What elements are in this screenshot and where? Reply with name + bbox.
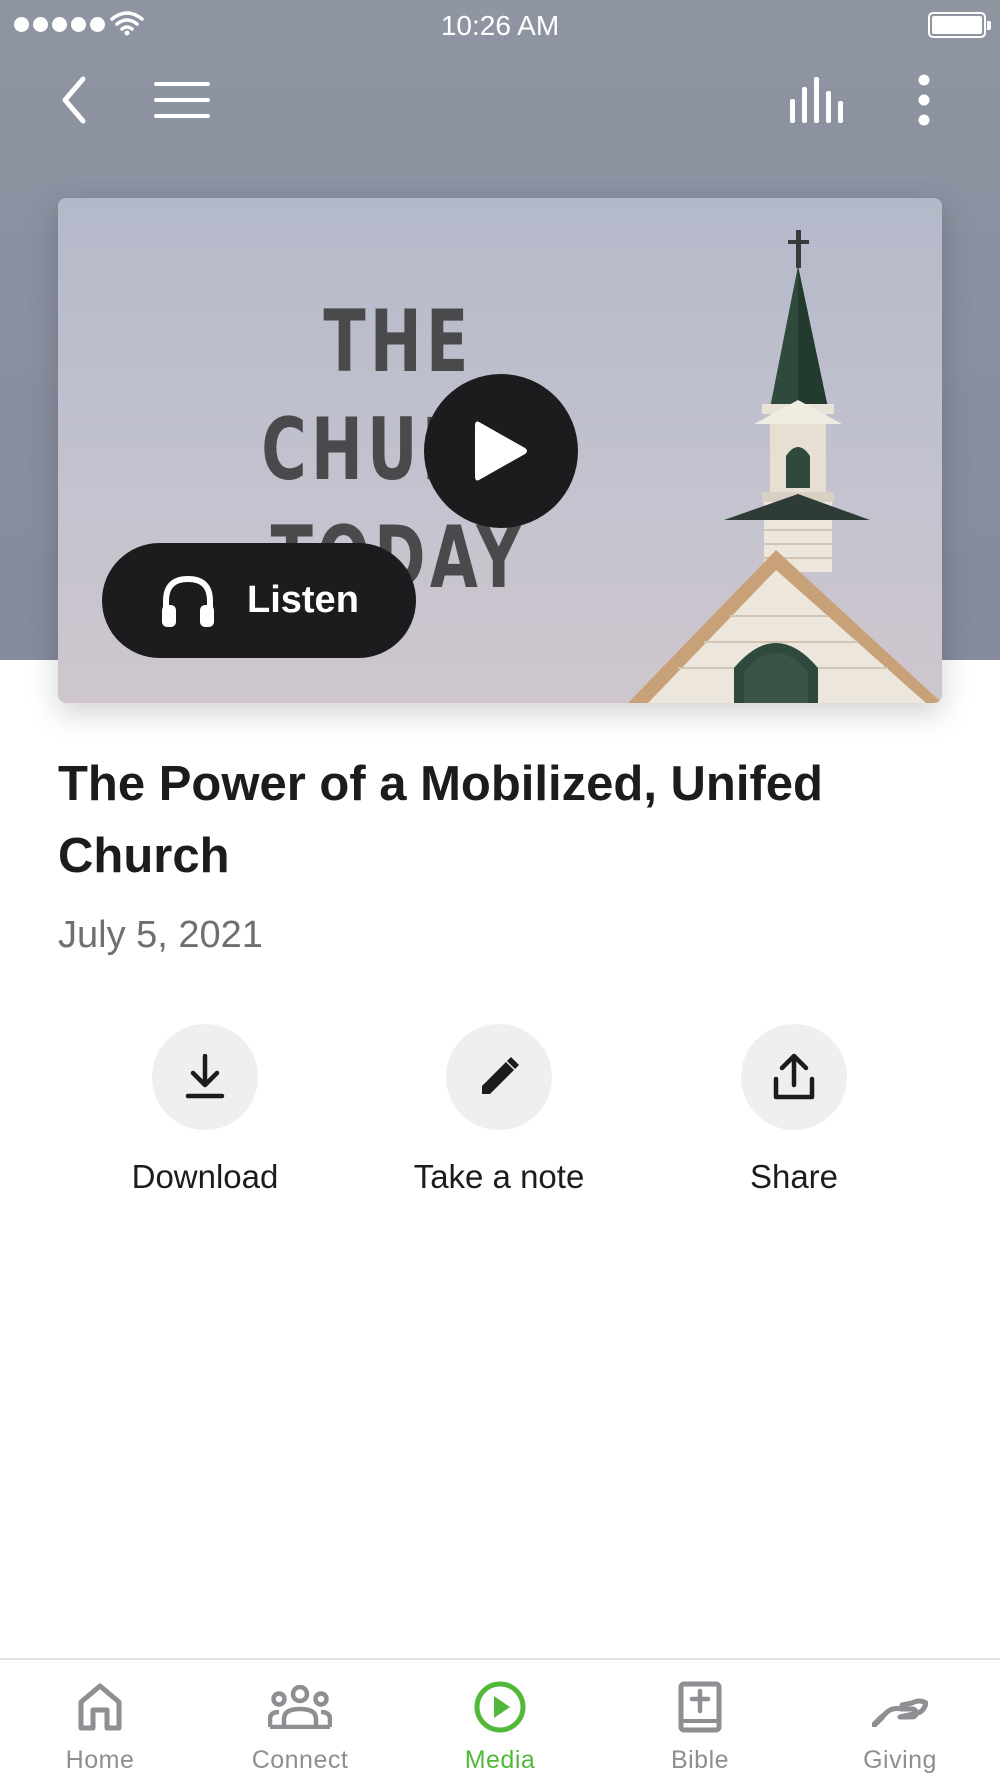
take-note-button[interactable]	[446, 1024, 552, 1130]
chevron-left-icon	[62, 76, 86, 124]
share-label: Share	[749, 1158, 839, 1195]
status-time: 10:26 AM	[440, 10, 560, 41]
headphones-icon	[162, 575, 214, 627]
people-icon	[268, 1685, 332, 1729]
download-icon	[185, 1054, 225, 1099]
listen-button[interactable]: Listen	[102, 543, 416, 658]
download-button[interactable]	[152, 1024, 258, 1130]
status-bar: 10:26 AM	[0, 0, 1000, 50]
home-icon	[78, 1683, 122, 1731]
sermon-title: The Power of a Mobilized, Unifed Church	[58, 757, 823, 883]
menu-button[interactable]	[152, 70, 212, 130]
play-icon	[475, 421, 527, 481]
tab-media[interactable]: Media	[400, 1678, 600, 1775]
download-label: Download	[131, 1158, 279, 1195]
more-vertical-icon	[918, 74, 930, 126]
sermon-date: July 5, 2021	[58, 914, 263, 956]
download-action[interactable]: Download	[95, 1024, 315, 1196]
listen-label: Listen	[247, 579, 359, 621]
share-icon	[773, 1053, 815, 1100]
more-button[interactable]	[894, 70, 954, 130]
take-note-label: Take a note	[413, 1158, 585, 1195]
audio-button[interactable]	[787, 70, 847, 130]
share-action[interactable]: Share	[684, 1024, 904, 1196]
tab-connect-label: Connect	[251, 1746, 349, 1774]
tab-giving[interactable]: Giving	[800, 1678, 1000, 1775]
play-button[interactable]	[424, 374, 578, 528]
back-button[interactable]	[44, 70, 104, 130]
tab-connect[interactable]: Connect	[200, 1678, 400, 1775]
tab-bible[interactable]: Bible	[600, 1678, 800, 1775]
pencil-icon	[482, 1057, 519, 1094]
battery-icon	[928, 12, 991, 38]
tab-media-label: Media	[464, 1746, 536, 1774]
take-note-action[interactable]: Take a note	[389, 1024, 609, 1196]
giving-hand-icon	[872, 1698, 928, 1727]
hamburger-icon	[154, 82, 210, 118]
tab-giving-label: Giving	[863, 1746, 937, 1774]
sermon-artwork-card: THE CHURCH TODAY Listen	[58, 198, 942, 703]
bottom-tab-bar: Home Connect Media Bible Giving	[0, 1658, 1000, 1778]
equalizer-icon	[790, 77, 843, 123]
tab-bible-label: Bible	[670, 1746, 730, 1774]
share-button[interactable]	[741, 1024, 847, 1130]
bible-icon	[678, 1681, 722, 1733]
tab-home[interactable]: Home	[0, 1678, 200, 1775]
play-circle-icon	[474, 1681, 526, 1733]
tab-home-label: Home	[65, 1746, 135, 1774]
